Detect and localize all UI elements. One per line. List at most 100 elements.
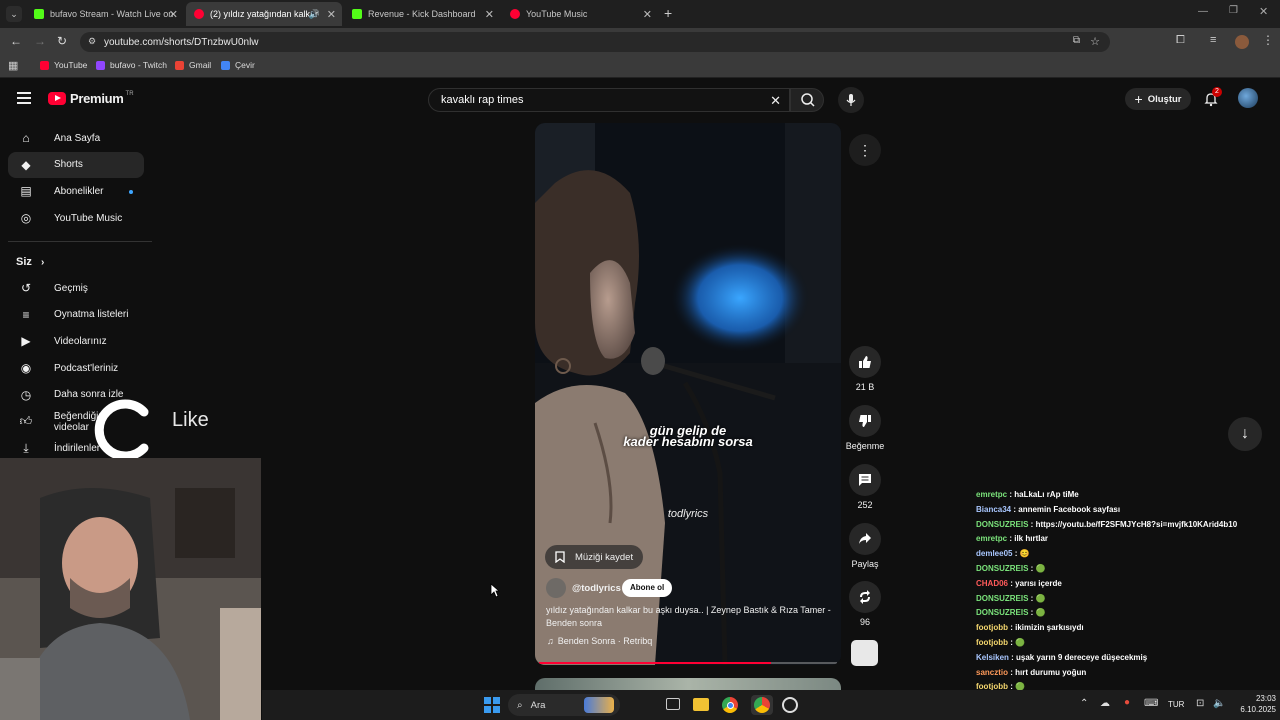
- progress-fill: [539, 662, 772, 664]
- voice-search-button[interactable]: [838, 87, 864, 113]
- new-tab-button[interactable]: +: [664, 5, 672, 21]
- clock-date[interactable]: 6.10.2025: [1232, 705, 1276, 714]
- youtube-music-icon: [510, 9, 520, 19]
- close-icon[interactable]: ✕: [643, 8, 652, 21]
- microphone-tray-icon[interactable]: ●: [1124, 697, 1130, 708]
- search-button[interactable]: [790, 88, 824, 112]
- shorts-video-player[interactable]: gün gelip de kader hesabını sorsa todlyr…: [535, 123, 841, 665]
- reload-icon[interactable]: ↻: [57, 34, 67, 48]
- sidebar-item-abonelikler[interactable]: ▤ Abonelikler: [8, 178, 144, 204]
- bookmark-translate[interactable]: Çevir: [221, 60, 255, 70]
- notifications-button[interactable]: 2: [1203, 87, 1222, 107]
- channel-avatar[interactable]: [546, 578, 566, 598]
- sidebar-item-youtube-music[interactable]: ◎ YouTube Music: [8, 205, 144, 231]
- taskbar-search[interactable]: ⌕ Ara: [508, 694, 620, 716]
- minimize-icon[interactable]: —: [1198, 6, 1208, 17]
- sidebar-item-oynatma-listeleri[interactable]: ≡ Oynatma listeleri: [8, 302, 144, 328]
- chat-text: annemin Facebook sayfası: [1018, 504, 1121, 514]
- clear-search-icon[interactable]: ✕: [770, 93, 781, 109]
- mouse-cursor: [490, 583, 501, 603]
- forward-icon[interactable]: →: [34, 34, 46, 48]
- app-icon[interactable]: [782, 697, 798, 713]
- close-icon[interactable]: ✕: [485, 8, 494, 21]
- hamburger-menu-icon[interactable]: [17, 92, 31, 104]
- save-music-button[interactable]: Müziği kaydet: [545, 545, 644, 569]
- like-button[interactable]: [849, 346, 881, 378]
- account-avatar[interactable]: [1238, 88, 1258, 108]
- search-icon: [801, 93, 815, 107]
- audio-thumbnail[interactable]: [851, 640, 878, 666]
- tab-youtube-music[interactable]: YouTube Music ✕: [502, 2, 658, 26]
- chat-message: CHAD06 : yarısı içerde: [976, 577, 1276, 592]
- network-icon[interactable]: ⊡: [1196, 698, 1204, 709]
- url-field[interactable]: ⚙ youtube.com/shorts/DTnzbwU0nlw ⧉ ☆: [80, 32, 1110, 52]
- subscribe-button[interactable]: Abone ol: [622, 579, 673, 597]
- windows-start-icon[interactable]: [484, 697, 500, 713]
- remix-icon: [860, 590, 870, 604]
- file-explorer-icon[interactable]: [693, 698, 709, 711]
- sidebar-item-ana-sayfa[interactable]: ⌂ Ana Sayfa: [8, 125, 144, 151]
- video-icon: ▶: [21, 334, 31, 349]
- like-overlay-c-icon: [94, 399, 149, 461]
- task-view-icon[interactable]: [666, 698, 680, 710]
- chat-text: ikimizin şarkısıydı: [1015, 623, 1084, 633]
- create-button[interactable]: + Oluştur: [1125, 88, 1191, 110]
- volume-icon[interactable]: 🔈: [1213, 698, 1225, 709]
- sidebar-item-podcast-leriniz[interactable]: ◉ Podcast'leriniz: [8, 355, 144, 381]
- bookmark-star-icon[interactable]: ☆: [1090, 35, 1100, 48]
- sidebar-item-label: Ana Sayfa: [54, 132, 101, 144]
- language-indicator[interactable]: TUR: [1168, 700, 1184, 709]
- chat-message: DONSUZREIS : https://youtu.be/fF2SFMJYcH…: [976, 518, 1276, 533]
- dislike-button[interactable]: [849, 405, 881, 437]
- chat-username: CHAD06: [976, 578, 1009, 588]
- profile-avatar[interactable]: [1235, 35, 1249, 49]
- sidebar-item-geçmiş[interactable]: ↺ Geçmiş: [8, 275, 144, 301]
- bookmark-youtube[interactable]: YouTube: [40, 60, 87, 70]
- sidebar-item-shorts[interactable]: ◆ Shorts: [8, 151, 144, 178]
- tab-kick-dashboard[interactable]: Revenue - Kick Dashboard ✕: [344, 2, 500, 26]
- bookmarks-bar: ▦ YouTube bufavo - Twitch Gmail Çevir: [0, 56, 1280, 78]
- channel-name[interactable]: @todlyrics: [572, 583, 621, 594]
- webcam-overlay: [0, 458, 261, 720]
- remix-button[interactable]: [849, 581, 881, 613]
- like-overlay-text: Like: [172, 409, 209, 431]
- keyboard-icon[interactable]: ⌨: [1144, 698, 1158, 709]
- music-row[interactable]: ♫ Benden Sonra · Retribq: [547, 636, 652, 646]
- close-icon[interactable]: ✕: [169, 8, 178, 21]
- bookmark-twitch[interactable]: bufavo - Twitch: [96, 60, 167, 70]
- chat-username: sancztio: [976, 667, 1009, 677]
- next-video-button[interactable]: ↓: [1228, 417, 1262, 451]
- more-options-button[interactable]: ⋮: [849, 134, 881, 166]
- you-section-heading[interactable]: Siz ›: [16, 256, 44, 268]
- search-input[interactable]: kavaklı rap times ✕: [428, 88, 790, 112]
- bookmark-gmail[interactable]: Gmail: [175, 60, 211, 70]
- media-icon[interactable]: ≡: [1210, 34, 1216, 46]
- clock-time[interactable]: 23:03: [1232, 694, 1276, 703]
- chrome-icon[interactable]: [722, 697, 738, 713]
- chrome-active-icon[interactable]: [751, 695, 773, 715]
- url-text: youtube.com/shorts/DTnzbwU0nlw: [104, 36, 259, 48]
- sidebar-item-videolarınız[interactable]: ▶ Videolarınız: [8, 328, 144, 354]
- menu-icon[interactable]: ⋮: [1262, 33, 1274, 47]
- tab-youtube-short[interactable]: (2) yıldız yatağından kalkar 🔊 ✕: [186, 2, 342, 26]
- tray-chevron-icon[interactable]: ⌃: [1080, 698, 1088, 709]
- extensions-icon[interactable]: ⧠: [1176, 34, 1185, 47]
- back-icon[interactable]: ←: [10, 34, 22, 48]
- next-short-preview[interactable]: [535, 678, 841, 690]
- tab-search-button[interactable]: ⌄: [6, 6, 22, 22]
- chat-username: Kelsiken: [976, 652, 1009, 662]
- youtube-logo[interactable]: Premium TR: [48, 91, 134, 106]
- progress-track[interactable]: [539, 662, 837, 664]
- apps-icon[interactable]: ▦: [8, 59, 18, 72]
- cloud-icon[interactable]: ☁: [1100, 698, 1110, 709]
- close-window-icon[interactable]: ✕: [1259, 5, 1268, 18]
- site-info-icon[interactable]: ⚙: [88, 36, 96, 47]
- restore-icon[interactable]: ❐: [1229, 5, 1238, 16]
- close-icon[interactable]: ✕: [327, 8, 336, 21]
- tab-kick-stream[interactable]: bufavo Stream - Watch Live on ✕: [26, 2, 184, 26]
- logo-text: Premium: [70, 91, 124, 106]
- install-icon[interactable]: ⧉: [1073, 35, 1080, 46]
- comments-button[interactable]: [849, 464, 881, 496]
- share-button[interactable]: [849, 523, 881, 555]
- speaker-icon[interactable]: 🔊: [309, 9, 320, 20]
